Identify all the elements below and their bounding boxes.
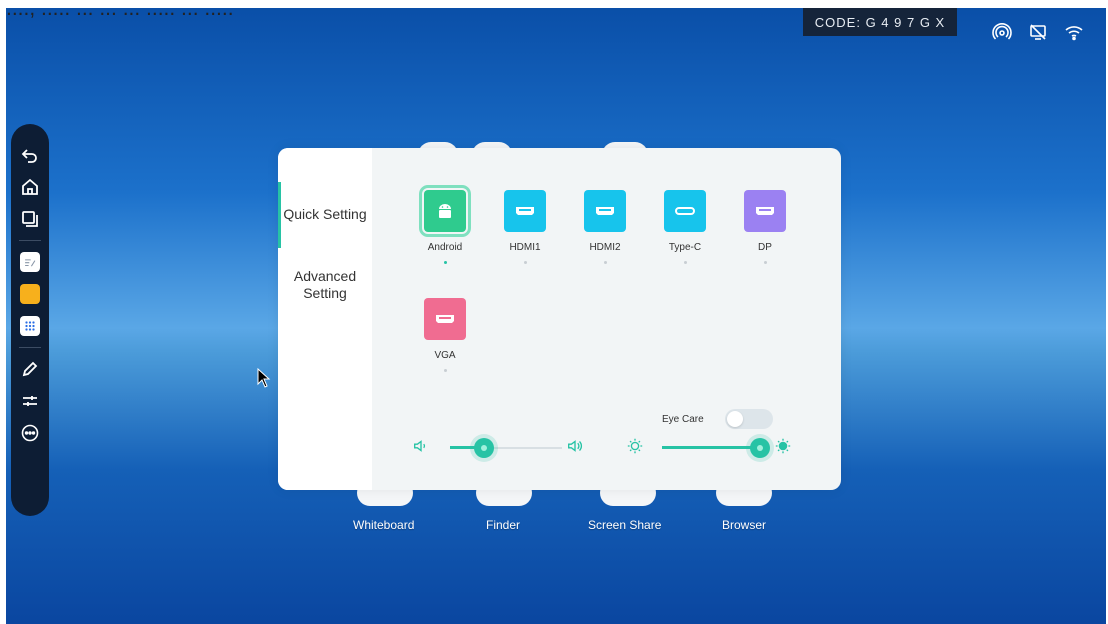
source-vga[interactable]: VGA	[415, 298, 475, 372]
apps-grid-icon[interactable]	[19, 315, 41, 337]
screen-share-off-icon[interactable]	[1028, 22, 1048, 47]
toolbar-divider	[19, 240, 41, 241]
back-icon[interactable]	[19, 144, 41, 166]
tab-advanced-setting[interactable]: Advanced Setting	[278, 268, 372, 302]
toggle-knob	[727, 411, 743, 427]
slider-thumb[interactable]	[750, 438, 770, 458]
tab-quick-setting[interactable]: Quick Setting	[278, 206, 372, 222]
video-port-icon[interactable]	[744, 190, 786, 232]
source-status-dot	[683, 261, 687, 264]
dock-finder-label[interactable]: Finder	[486, 518, 520, 532]
pen-icon[interactable]	[19, 358, 41, 380]
desktop-background: ...., ..... ... ... ... ..... ... ..... …	[6, 8, 1106, 624]
wifi-icon[interactable]	[1064, 22, 1084, 47]
video-port-icon[interactable]	[424, 298, 466, 340]
brightness-high-icon[interactable]	[774, 437, 792, 460]
source-label: DP	[758, 242, 772, 253]
source-status-dot	[523, 261, 527, 264]
note-icon[interactable]	[19, 251, 41, 273]
video-port-icon[interactable]	[504, 190, 546, 232]
source-hdmi1[interactable]: HDMI1	[495, 190, 555, 264]
video-port-icon[interactable]	[584, 190, 626, 232]
eye-care-toggle[interactable]	[725, 409, 773, 429]
slider-thumb[interactable]	[474, 438, 494, 458]
home-icon[interactable]	[19, 176, 41, 198]
source-status-dot	[443, 369, 447, 372]
eye-care-label: Eye Care	[662, 414, 704, 425]
source-label: Type-C	[668, 242, 702, 253]
source-hdmi2[interactable]: HDMI2	[575, 190, 635, 264]
multitask-icon[interactable]	[19, 208, 41, 230]
source-status-dot	[763, 261, 767, 264]
source-label: HDMI1	[509, 242, 541, 253]
source-android[interactable]: Android	[415, 185, 475, 264]
quick-settings-dialog: Quick Setting Advanced Setting Android HD…	[278, 148, 841, 490]
dock-screen-share-label[interactable]: Screen Share	[588, 518, 661, 532]
source-type-c[interactable]: Type-C	[655, 190, 715, 264]
sticky-note-icon[interactable]	[19, 283, 41, 305]
source-label: VGA	[434, 350, 456, 361]
volume-low-icon[interactable]	[412, 437, 430, 460]
source-label: Android	[427, 242, 463, 253]
source-status-dot	[443, 261, 447, 264]
volume-high-icon[interactable]	[566, 437, 584, 460]
video-port-icon[interactable]	[664, 190, 706, 232]
side-toolbar	[11, 124, 49, 516]
android-icon[interactable]	[419, 185, 471, 237]
source-label: HDMI2	[589, 242, 621, 253]
source-status-dot	[603, 261, 607, 264]
top-cropped-text: ...., ..... ... ... ... ..... ... .....	[6, 8, 234, 20]
dock-whiteboard-label[interactable]: Whiteboard	[353, 518, 414, 532]
source-dp[interactable]: DP	[735, 190, 795, 264]
brightness-slider[interactable]	[662, 438, 770, 458]
brightness-low-icon[interactable]	[626, 437, 644, 460]
sliders-icon[interactable]	[19, 390, 41, 412]
toolbar-divider	[19, 347, 41, 348]
more-icon[interactable]	[19, 422, 41, 444]
volume-slider[interactable]	[450, 438, 562, 458]
mouse-cursor-icon	[257, 367, 271, 393]
status-bar	[992, 22, 1084, 47]
dock-browser-label[interactable]: Browser	[722, 518, 766, 532]
connection-code-badge[interactable]: CODE: G 4 9 7 G X	[803, 8, 957, 36]
settings-nav: Quick Setting Advanced Setting	[278, 148, 372, 490]
hotspot-icon[interactable]	[992, 22, 1012, 47]
slider-fill	[662, 446, 760, 449]
